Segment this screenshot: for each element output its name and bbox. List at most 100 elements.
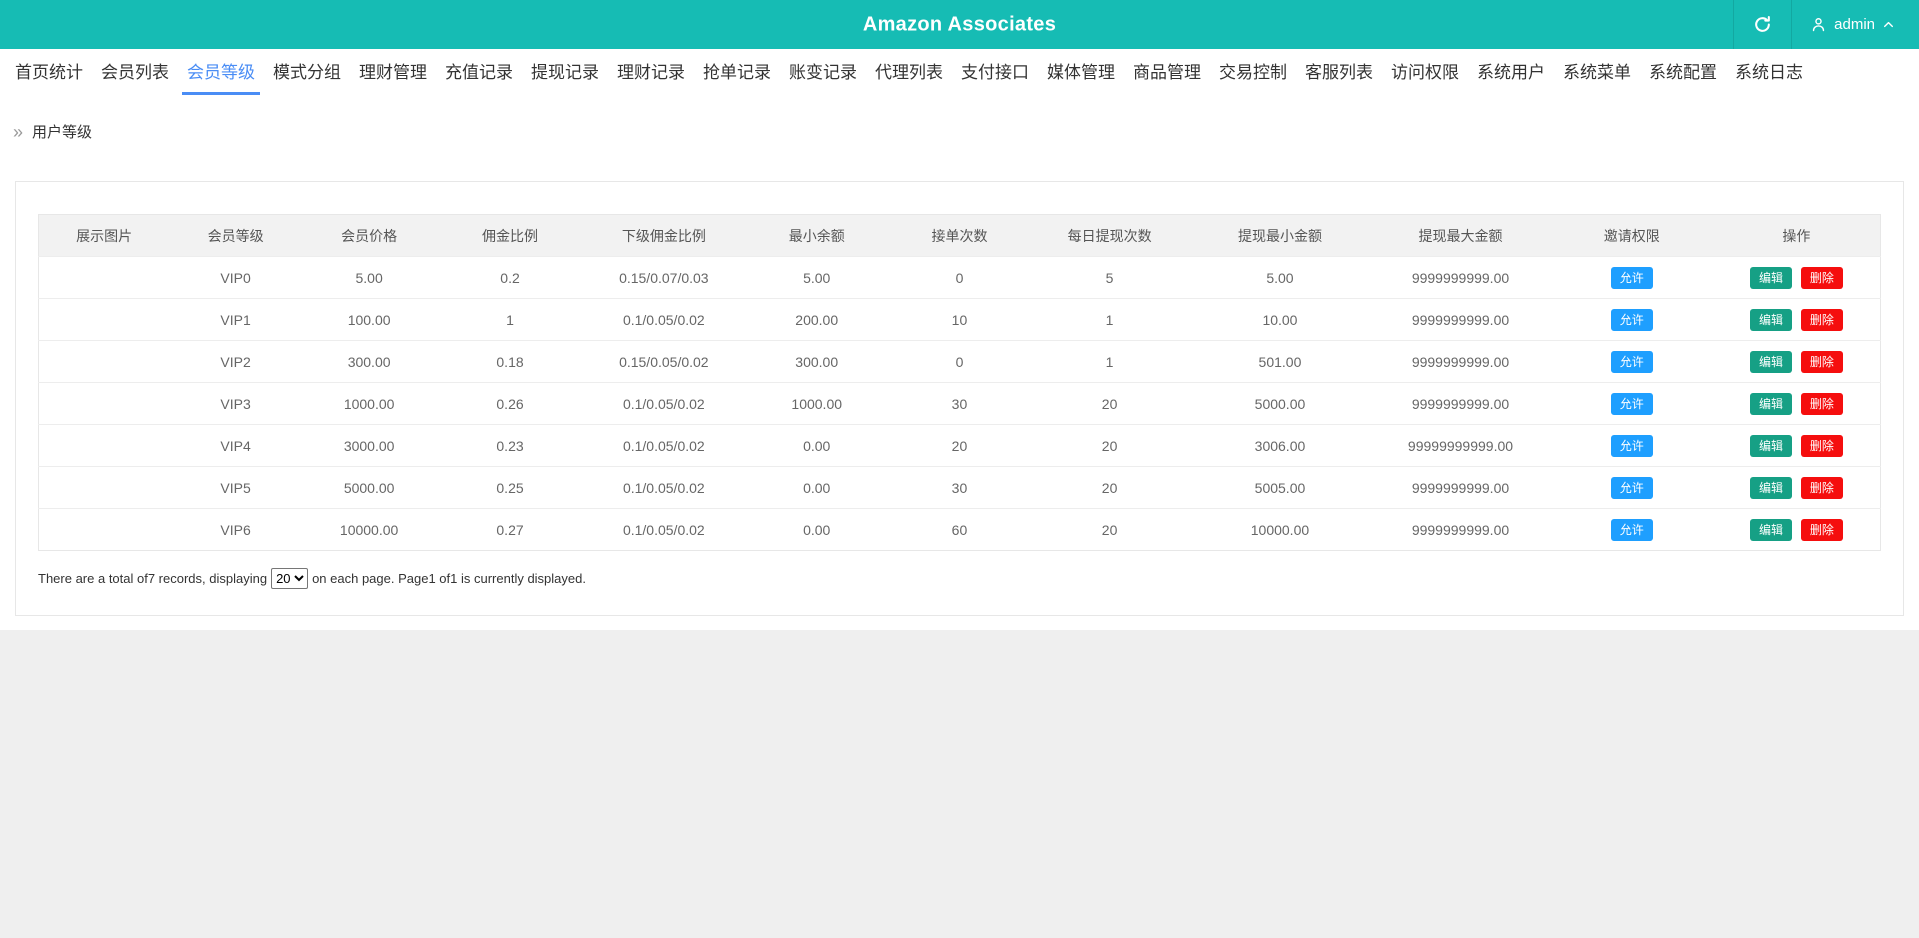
cell-daily-withdrawals: 20 <box>1029 509 1189 551</box>
cell-order-count: 0 <box>889 257 1029 299</box>
table-header-row: 展示图片 会员等级 会员价格 佣金比例 下级佣金比例 最小余额 接单次数 每日提… <box>39 215 1881 257</box>
nav-item[interactable]: 充值记录 <box>440 49 518 95</box>
nav-item[interactable]: 支付接口 <box>956 49 1034 95</box>
delete-button[interactable]: 删除 <box>1801 267 1843 289</box>
nav-item[interactable]: 理财管理 <box>354 49 432 95</box>
cell-order-count: 20 <box>889 425 1029 467</box>
column-header: 下级佣金比例 <box>584 215 744 257</box>
allow-button[interactable]: 允许 <box>1611 393 1653 415</box>
edit-button[interactable]: 编辑 <box>1750 351 1792 373</box>
cell-min-withdrawal: 10000.00 <box>1190 509 1371 551</box>
nav-item[interactable]: 抢单记录 <box>698 49 776 95</box>
cell-min-balance: 1000.00 <box>744 383 890 425</box>
cell-price: 1000.00 <box>302 383 436 425</box>
edit-button[interactable]: 编辑 <box>1750 435 1792 457</box>
nav-item[interactable]: 系统菜单 <box>1558 49 1636 95</box>
nav-item[interactable]: 代理列表 <box>870 49 948 95</box>
cell-max-withdrawal: 9999999999.00 <box>1370 509 1551 551</box>
edit-button[interactable]: 编辑 <box>1750 309 1792 331</box>
cell-sub-commission: 0.1/0.05/0.02 <box>584 425 744 467</box>
delete-button[interactable]: 删除 <box>1801 435 1843 457</box>
edit-button[interactable]: 编辑 <box>1750 267 1792 289</box>
nav-item[interactable]: 系统配置 <box>1644 49 1722 95</box>
cell-level: VIP1 <box>169 299 302 341</box>
allow-button[interactable]: 允许 <box>1611 477 1653 499</box>
nav-item[interactable]: 交易控制 <box>1214 49 1292 95</box>
column-header: 最小余额 <box>744 215 890 257</box>
nav-item[interactable]: 会员列表 <box>96 49 174 95</box>
cell-invite-permission: 允许 <box>1551 425 1713 467</box>
delete-button[interactable]: 删除 <box>1801 477 1843 499</box>
column-header: 提现最大金额 <box>1370 215 1551 257</box>
refresh-button[interactable] <box>1733 0 1791 49</box>
refresh-icon <box>1753 15 1772 34</box>
cell-price: 5000.00 <box>302 467 436 509</box>
cell-image <box>39 257 170 299</box>
double-chevron-icon: » <box>13 123 23 141</box>
column-header: 每日提现次数 <box>1029 215 1189 257</box>
page-size-select[interactable]: 20 <box>271 568 308 589</box>
nav-item[interactable]: 媒体管理 <box>1042 49 1120 95</box>
nav-item[interactable]: 提现记录 <box>526 49 604 95</box>
delete-button[interactable]: 删除 <box>1801 519 1843 541</box>
cell-daily-withdrawals: 1 <box>1029 341 1189 383</box>
nav-item[interactable]: 系统日志 <box>1730 49 1808 95</box>
breadcrumb-label: 用户等级 <box>32 121 92 142</box>
allow-button[interactable]: 允许 <box>1611 435 1653 457</box>
username: admin <box>1834 16 1875 33</box>
content-card: 展示图片 会员等级 会员价格 佣金比例 下级佣金比例 最小余额 接单次数 每日提… <box>15 181 1904 616</box>
cell-order-count: 10 <box>889 299 1029 341</box>
cell-commission: 0.2 <box>436 257 583 299</box>
nav-item[interactable]: 模式分组 <box>268 49 346 95</box>
cell-sub-commission: 0.1/0.05/0.02 <box>584 383 744 425</box>
nav-item[interactable]: 客服列表 <box>1300 49 1378 95</box>
column-header: 会员价格 <box>302 215 436 257</box>
cell-image <box>39 467 170 509</box>
pagination-bar: There are a total of7 records, displayin… <box>38 568 1881 589</box>
cell-commission: 0.18 <box>436 341 583 383</box>
cell-price: 300.00 <box>302 341 436 383</box>
cell-daily-withdrawals: 1 <box>1029 299 1189 341</box>
cell-max-withdrawal: 9999999999.00 <box>1370 299 1551 341</box>
cell-price: 100.00 <box>302 299 436 341</box>
edit-button[interactable]: 编辑 <box>1750 477 1792 499</box>
nav-item[interactable]: 账变记录 <box>784 49 862 95</box>
cell-daily-withdrawals: 20 <box>1029 425 1189 467</box>
nav-item[interactable]: 首页统计 <box>10 49 88 95</box>
nav-item[interactable]: 商品管理 <box>1128 49 1206 95</box>
column-header: 邀请权限 <box>1551 215 1713 257</box>
allow-button[interactable]: 允许 <box>1611 351 1653 373</box>
cell-image <box>39 509 170 551</box>
delete-button[interactable]: 删除 <box>1801 309 1843 331</box>
cell-actions: 编辑 删除 <box>1713 383 1881 425</box>
page-title: Amazon Associates <box>863 13 1056 36</box>
cell-sub-commission: 0.1/0.05/0.02 <box>584 509 744 551</box>
table-row: VIP0 5.00 0.2 0.15/0.07/0.03 5.00 0 5 5.… <box>39 257 1881 299</box>
delete-button[interactable]: 删除 <box>1801 393 1843 415</box>
cell-level: VIP5 <box>169 467 302 509</box>
nav-item[interactable]: 访问权限 <box>1386 49 1464 95</box>
cell-commission: 0.25 <box>436 467 583 509</box>
cell-level: VIP6 <box>169 509 302 551</box>
nav-item[interactable]: 会员等级 <box>182 49 260 95</box>
column-header: 操作 <box>1713 215 1881 257</box>
column-header: 提现最小金额 <box>1190 215 1371 257</box>
user-icon <box>1810 16 1827 33</box>
cell-min-balance: 0.00 <box>744 509 890 551</box>
cell-invite-permission: 允许 <box>1551 257 1713 299</box>
allow-button[interactable]: 允许 <box>1611 267 1653 289</box>
edit-button[interactable]: 编辑 <box>1750 393 1792 415</box>
cell-max-withdrawal: 9999999999.00 <box>1370 467 1551 509</box>
edit-button[interactable]: 编辑 <box>1750 519 1792 541</box>
nav-item[interactable]: 理财记录 <box>612 49 690 95</box>
allow-button[interactable]: 允许 <box>1611 309 1653 331</box>
cell-daily-withdrawals: 20 <box>1029 467 1189 509</box>
levels-table: 展示图片 会员等级 会员价格 佣金比例 下级佣金比例 最小余额 接单次数 每日提… <box>38 214 1881 551</box>
cell-commission: 1 <box>436 299 583 341</box>
delete-button[interactable]: 删除 <box>1801 351 1843 373</box>
user-menu[interactable]: admin <box>1791 0 1919 49</box>
cell-image <box>39 383 170 425</box>
cell-level: VIP3 <box>169 383 302 425</box>
allow-button[interactable]: 允许 <box>1611 519 1653 541</box>
nav-item[interactable]: 系统用户 <box>1472 49 1550 95</box>
